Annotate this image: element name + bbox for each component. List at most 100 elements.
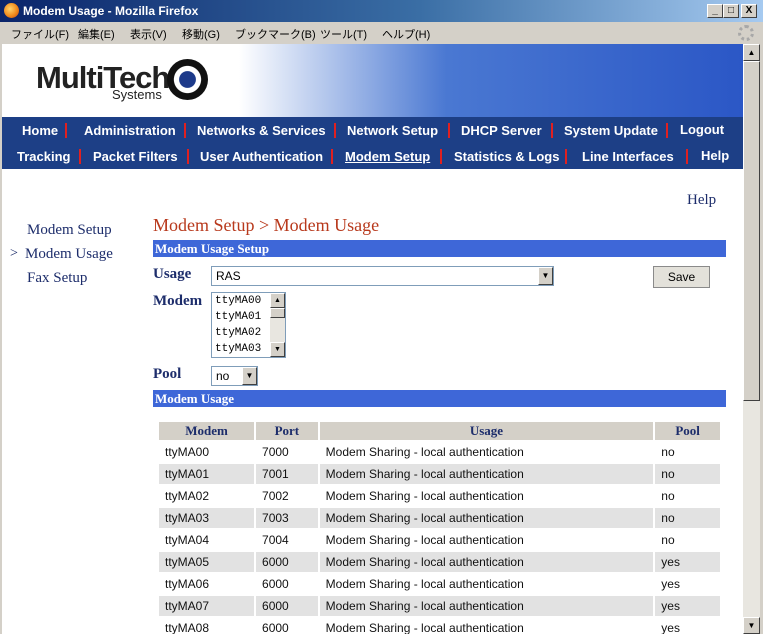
cell-usage: Modem Sharing - local authentication — [319, 464, 654, 484]
chevron-down-icon[interactable]: ▼ — [242, 367, 257, 385]
cell-port: 6000 — [256, 596, 318, 616]
cell-usage: Modem Sharing - local authentication — [325, 577, 524, 591]
close-button[interactable]: X — [741, 4, 757, 18]
usage-section-heading: Modem Usage — [153, 390, 726, 407]
table-row: ttyMA03 7003 Modem Sharing - local authe… — [159, 508, 720, 528]
sidebar-item-modem-setup[interactable]: Modem Setup — [27, 222, 112, 239]
nav-separator — [666, 123, 668, 138]
maximize-button[interactable]: □ — [723, 4, 739, 18]
menu-view[interactable]: 表示(V) — [130, 26, 167, 42]
column-header-port: Port — [256, 422, 318, 440]
minimize-button[interactable]: _ — [707, 4, 723, 18]
menu-edit[interactable]: 編集(E) — [78, 26, 115, 42]
table-row: ttyMA08 6000 Modem Sharing - local authe… — [159, 618, 720, 634]
window-titlebar: Modem Usage - Mozilla Firefox _ □ X — [0, 0, 763, 22]
scroll-up-icon[interactable]: ▲ — [743, 44, 760, 61]
nav-separator — [65, 123, 67, 138]
listbox-scrollbar[interactable]: ▲ ▼ — [270, 293, 285, 357]
listbox-scroll-thumb[interactable] — [270, 308, 285, 318]
nav-networks-services[interactable]: Networks & Services — [197, 123, 326, 138]
cell-usage: Modem Sharing - local authentication — [325, 621, 524, 634]
scroll-thumb[interactable] — [743, 61, 760, 401]
nav-statistics-logs[interactable]: Statistics & Logs — [454, 149, 559, 164]
nav-separator — [331, 149, 333, 164]
chevron-down-icon[interactable]: ▼ — [538, 267, 553, 285]
nav-modem-setup[interactable]: Modem Setup — [345, 149, 430, 164]
scroll-down-icon[interactable]: ▼ — [270, 342, 285, 357]
help-link[interactable]: Help — [687, 192, 716, 209]
table-row: ttyMA02 7002 Modem Sharing - local authe… — [159, 486, 720, 506]
pool-select-value: no — [216, 369, 230, 383]
cell-modem: ttyMA04 — [165, 533, 210, 547]
header-banner: MultiTech Systems — [2, 44, 743, 117]
cell-modem: ttyMA08 — [165, 621, 210, 634]
save-button[interactable]: Save — [653, 266, 710, 288]
logo-ring-icon — [167, 59, 208, 100]
scroll-down-icon[interactable]: ▼ — [743, 617, 760, 634]
cell-port: 6000 — [262, 577, 289, 591]
pool-select[interactable]: no ▼ — [211, 366, 258, 386]
page-viewport: MultiTech Systems Home Administration Ne… — [2, 44, 743, 634]
nav-system-update[interactable]: System Update — [564, 123, 658, 138]
menu-tools[interactable]: ツール(T) — [320, 26, 367, 42]
nav-tracking[interactable]: Tracking — [17, 149, 70, 164]
cell-port: 6000 — [262, 621, 289, 634]
current-arrow-icon: > — [10, 246, 18, 261]
nav-user-authentication[interactable]: User Authentication — [200, 149, 323, 164]
cell-usage: Modem Sharing - local authentication — [319, 596, 654, 616]
scroll-up-icon[interactable]: ▲ — [270, 293, 285, 308]
cell-usage: Modem Sharing - local authentication — [319, 552, 654, 572]
menu-go[interactable]: 移動(G) — [182, 26, 220, 42]
page-scrollbar[interactable]: ▲ ▼ — [743, 44, 760, 634]
nav-separator — [686, 149, 688, 164]
menu-file[interactable]: ファイル(F) — [11, 26, 69, 42]
modem-label: Modem — [153, 293, 203, 309]
cell-usage: Modem Sharing - local authentication — [325, 445, 524, 459]
nav-logout[interactable]: Logout — [680, 122, 724, 137]
column-header-pool: Pool — [655, 422, 720, 440]
cell-pool: yes — [655, 552, 720, 572]
nav-separator — [448, 123, 450, 138]
sidebar-item-modem-usage[interactable]: Modem Usage — [25, 246, 113, 263]
nav-separator — [79, 149, 81, 164]
nav-home[interactable]: Home — [22, 123, 58, 138]
throbber-icon — [738, 25, 754, 41]
nav-separator — [565, 149, 567, 164]
cell-pool: no — [661, 445, 675, 459]
cell-pool: no — [661, 489, 675, 503]
nav-separator — [551, 123, 553, 138]
cell-port: 7000 — [262, 445, 289, 459]
modem-option[interactable]: ttyMA00 — [215, 295, 261, 307]
cell-pool: no — [655, 464, 720, 484]
cell-modem: ttyMA01 — [159, 464, 255, 484]
menu-help[interactable]: ヘルプ(H) — [382, 26, 430, 42]
cell-pool: yes — [661, 621, 680, 634]
nav-administration[interactable]: Administration — [84, 123, 176, 138]
usage-select[interactable]: RAS ▼ — [211, 266, 554, 286]
modem-option[interactable]: ttyMA02 — [215, 327, 261, 339]
modem-listbox[interactable]: ttyMA00 ttyMA01 ttyMA02 ttyMA03 ▲ ▼ — [211, 292, 286, 358]
nav-separator — [184, 123, 186, 138]
cell-pool: yes — [661, 577, 680, 591]
table-row: ttyMA01 7001 Modem Sharing - local authe… — [159, 464, 720, 484]
menu-bar: ファイル(F) 編集(E) 表示(V) 移動(G) ブックマーク(B) ツール(… — [0, 22, 763, 43]
cell-port: 7002 — [262, 489, 289, 503]
cell-modem: ttyMA06 — [165, 577, 210, 591]
nav-separator — [187, 149, 189, 164]
menu-bookmarks[interactable]: ブックマーク(B) — [235, 26, 316, 42]
nav-line-interfaces[interactable]: Line Interfaces — [582, 149, 674, 164]
nav-network-setup[interactable]: Network Setup — [347, 123, 438, 138]
modem-option[interactable]: ttyMA01 — [215, 311, 261, 323]
table-row: ttyMA06 6000 Modem Sharing - local authe… — [159, 574, 720, 594]
nav-dhcp-server[interactable]: DHCP Server — [461, 123, 542, 138]
sidebar-item-fax-setup[interactable]: Fax Setup — [27, 270, 87, 287]
cell-pool: yes — [655, 596, 720, 616]
cell-modem: ttyMA00 — [165, 445, 210, 459]
nav-packet-filters[interactable]: Packet Filters — [93, 149, 178, 164]
nav-help[interactable]: Help — [701, 148, 729, 163]
modem-option[interactable]: ttyMA03 — [215, 343, 261, 355]
cell-port: 7004 — [262, 533, 289, 547]
cell-modem: ttyMA07 — [159, 596, 255, 616]
table-header-row: Modem Port Usage Pool — [159, 422, 720, 440]
cell-port: 7001 — [256, 464, 318, 484]
